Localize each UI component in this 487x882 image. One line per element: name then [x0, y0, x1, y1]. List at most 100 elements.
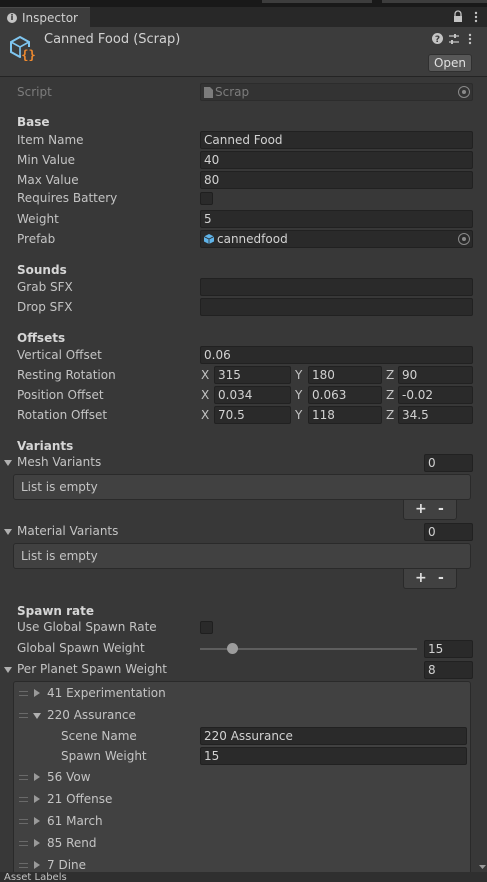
x-axis-label: X — [201, 408, 210, 422]
drop-sfx-label: Drop SFX — [17, 300, 73, 314]
resting-rotation-y[interactable]: 180 — [308, 366, 382, 384]
list-item[interactable]: 56 Vow — [14, 767, 470, 789]
expand-arrow-icon[interactable] — [34, 795, 40, 803]
max-value-label: Max Value — [17, 173, 79, 187]
info-icon: i — [7, 13, 17, 23]
expand-arrow-icon[interactable] — [34, 773, 40, 781]
inspector-header: {} Canned Food (Scrap) ? Open — [0, 27, 487, 77]
drag-handle-icon[interactable] — [19, 691, 28, 696]
item-name-label: Item Name — [17, 133, 84, 147]
tab-inspector[interactable]: i Inspector — [0, 7, 90, 27]
svg-text:?: ? — [435, 35, 440, 44]
offsets-heading: Offsets — [17, 331, 66, 345]
add-element-button[interactable]: + — [415, 570, 427, 586]
per-planet-spawn-label[interactable]: Per Planet Spawn Weight — [17, 662, 167, 676]
drag-handle-icon[interactable] — [19, 841, 28, 846]
mesh-variants-count[interactable]: 0 — [424, 454, 473, 472]
item-name-field[interactable]: Canned Food — [200, 131, 473, 149]
position-offset-y[interactable]: 0.063 — [308, 386, 382, 404]
component-menu-icon[interactable] — [466, 32, 474, 46]
list-item[interactable]: 61 March — [14, 811, 470, 833]
collapse-arrow-icon[interactable] — [33, 713, 41, 719]
foldout-arrow-icon[interactable] — [4, 460, 12, 466]
global-spawn-weight-field[interactable]: 15 — [424, 640, 473, 658]
scroll-down-arrow-icon[interactable] — [478, 862, 487, 872]
min-value-label: Min Value — [17, 153, 76, 167]
position-offset-z[interactable]: -0.02 — [398, 386, 473, 404]
grab-sfx-field[interactable] — [200, 278, 473, 296]
drag-handle-icon[interactable] — [19, 797, 28, 802]
planet-label: 7 Dine — [47, 858, 87, 872]
global-spawn-weight-slider-thumb[interactable] — [227, 643, 239, 654]
planet-label: 21 Offense — [47, 792, 113, 806]
z-axis-label: Z — [386, 408, 395, 422]
min-value-field[interactable]: 40 — [200, 151, 473, 169]
planet-list: 41 Experimentation 220 Assurance Scene N… — [13, 681, 471, 882]
prefab-field[interactable]: cannedfood — [200, 230, 473, 248]
max-value-field[interactable]: 80 — [200, 171, 473, 189]
remove-element-button[interactable]: - — [438, 570, 444, 586]
help-icon[interactable]: ? — [432, 33, 443, 44]
drop-sfx-field[interactable] — [200, 298, 473, 316]
rotation-offset-x[interactable]: 70.5 — [214, 406, 291, 424]
rotation-offset-z[interactable]: 34.5 — [398, 406, 473, 424]
material-variants-list: List is empty — [13, 543, 471, 569]
scene-name-label: Scene Name — [61, 729, 137, 743]
object-picker-icon[interactable] — [458, 86, 470, 98]
expand-arrow-icon[interactable] — [34, 861, 40, 869]
x-axis-label: X — [201, 388, 210, 402]
position-offset-x[interactable]: 0.034 — [214, 386, 291, 404]
prefab-value: cannedfood — [217, 232, 288, 246]
weight-field[interactable]: 5 — [200, 210, 473, 228]
drag-handle-icon[interactable] — [19, 819, 28, 824]
resting-rotation-x[interactable]: 315 — [214, 366, 291, 384]
script-field[interactable]: Scrap — [200, 83, 473, 101]
expand-arrow-icon[interactable] — [34, 689, 40, 697]
rotation-offset-label: Rotation Offset — [17, 408, 108, 422]
tab-bar: i Inspector — [0, 7, 487, 27]
expand-arrow-icon[interactable] — [34, 839, 40, 847]
mesh-variants-label[interactable]: Mesh Variants — [17, 455, 101, 469]
rotation-offset-y[interactable]: 118 — [308, 406, 382, 424]
base-heading: Base — [17, 115, 50, 129]
tab-inspector-label: Inspector — [22, 11, 78, 25]
x-axis-label: X — [201, 368, 210, 382]
spawn-weight-label: Spawn Weight — [61, 749, 147, 763]
expand-arrow-icon[interactable] — [34, 817, 40, 825]
use-global-spawn-label: Use Global Spawn Rate — [17, 620, 157, 634]
foldout-arrow-icon[interactable] — [4, 667, 12, 673]
drag-handle-icon[interactable] — [19, 775, 28, 780]
variants-heading: Variants — [17, 439, 74, 453]
add-element-button[interactable]: + — [415, 501, 427, 517]
foldout-arrow-icon[interactable] — [4, 529, 12, 535]
mesh-variants-list: List is empty — [13, 474, 471, 500]
use-global-spawn-checkbox[interactable] — [200, 621, 213, 634]
lock-icon[interactable] — [452, 10, 464, 23]
kebab-menu-icon[interactable] — [472, 10, 480, 24]
resting-rotation-z[interactable]: 90 — [398, 366, 473, 384]
script-label: Script — [17, 85, 52, 99]
vertical-offset-field[interactable]: 0.06 — [200, 346, 473, 364]
object-title: Canned Food (Scrap) — [44, 32, 181, 47]
material-variants-label[interactable]: Material Variants — [17, 524, 118, 538]
per-planet-spawn-count[interactable]: 8 — [424, 661, 473, 679]
weight-label: Weight — [17, 212, 59, 226]
drag-handle-icon[interactable] — [19, 863, 28, 868]
y-axis-label: Y — [295, 388, 303, 402]
open-button[interactable]: Open — [428, 54, 472, 72]
list-item[interactable]: 220 Assurance — [14, 705, 470, 727]
remove-element-button[interactable]: - — [438, 501, 444, 517]
settings-sliders-icon[interactable] — [448, 33, 460, 45]
material-variants-count[interactable]: 0 — [424, 523, 473, 541]
list-item[interactable]: 85 Rend — [14, 833, 470, 855]
requires-battery-checkbox[interactable] — [200, 192, 213, 205]
object-picker-icon[interactable] — [458, 233, 470, 245]
drag-handle-icon[interactable] — [19, 713, 28, 718]
resting-rotation-label: Resting Rotation — [17, 368, 116, 382]
planet-label: 61 March — [47, 814, 103, 828]
scene-name-field[interactable]: 220 Assurance — [200, 727, 467, 745]
list-item[interactable]: 21 Offense — [14, 789, 470, 811]
list-item[interactable]: 41 Experimentation — [14, 683, 470, 705]
y-axis-label: Y — [295, 408, 303, 422]
spawn-weight-field[interactable]: 15 — [200, 747, 467, 765]
